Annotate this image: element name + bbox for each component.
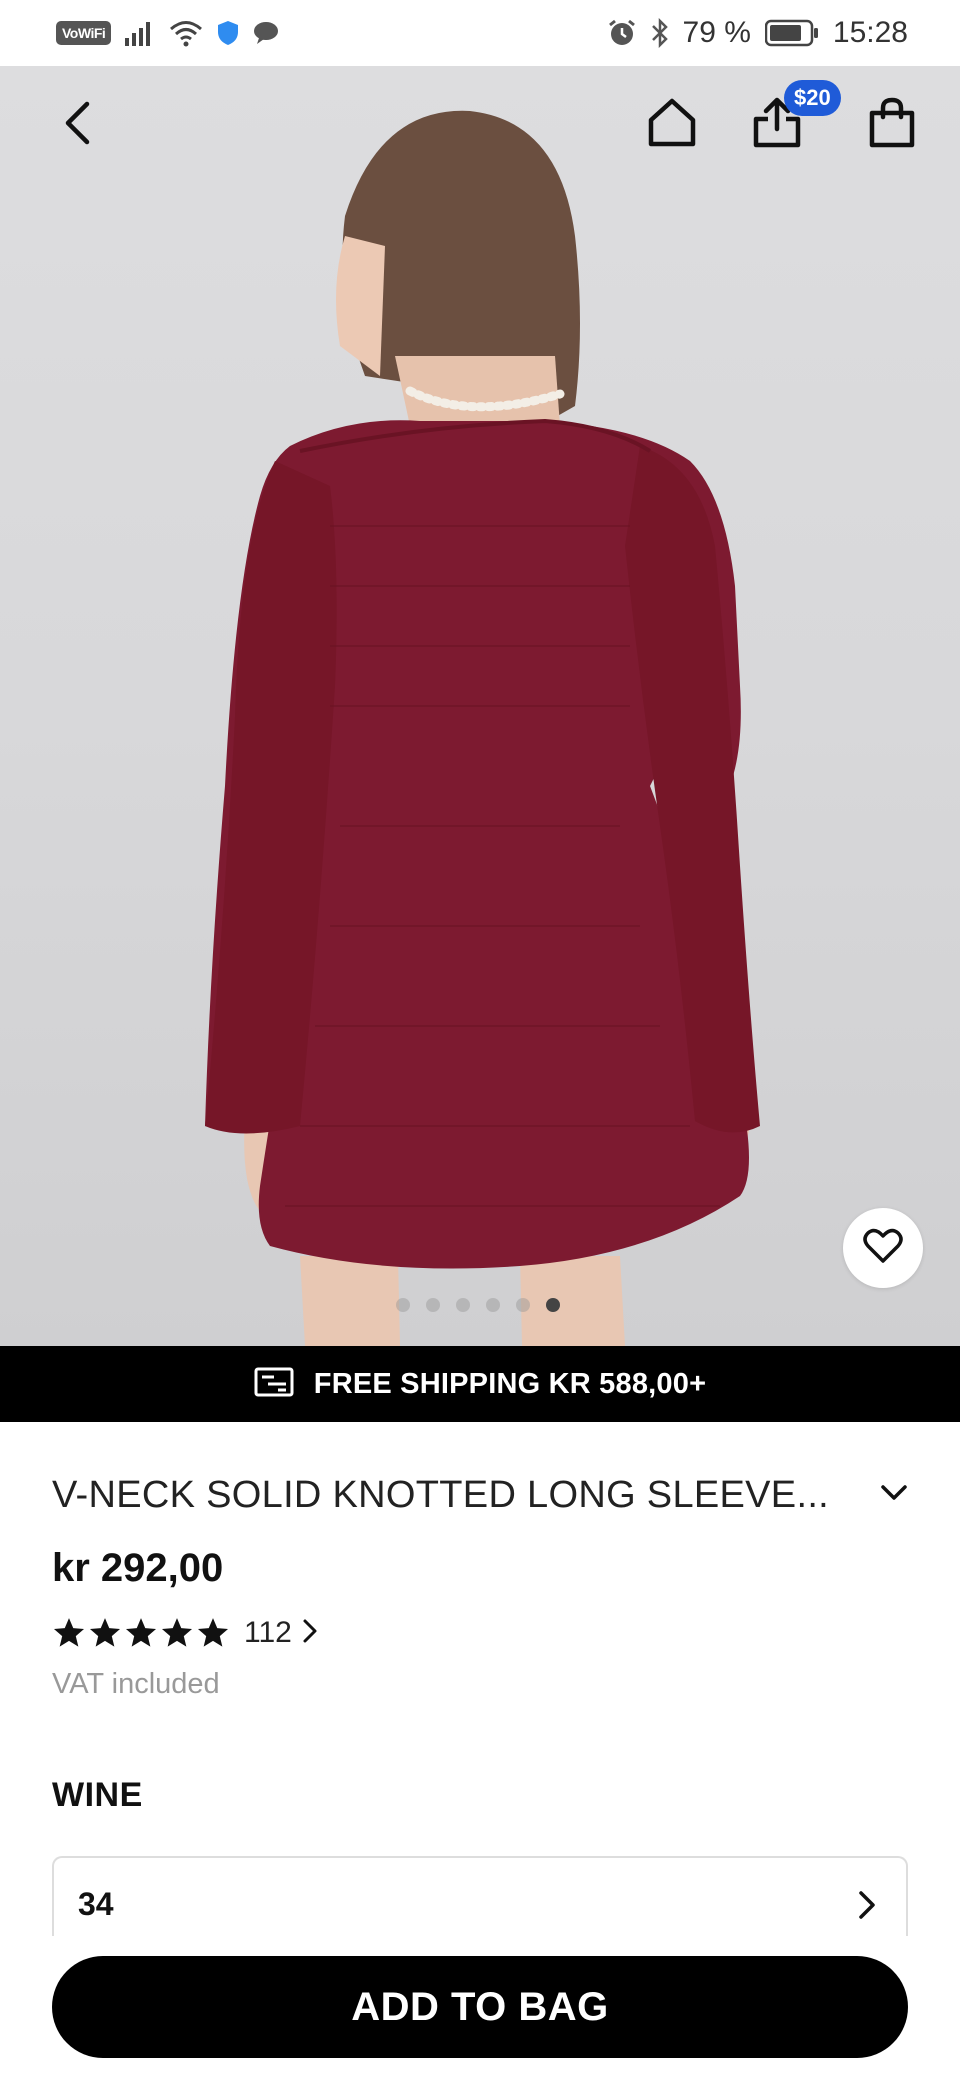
- image-pager: [396, 1298, 560, 1312]
- review-count: 112: [244, 1616, 292, 1649]
- shopping-bag-icon: [868, 97, 916, 154]
- chevron-left-icon: [62, 100, 92, 151]
- pager-dot[interactable]: [486, 1298, 500, 1312]
- free-shipping-banner[interactable]: FREE SHIPPING KR 588,00+: [0, 1346, 960, 1422]
- bottom-action-bar: ADD TO BAG: [0, 1936, 960, 2080]
- pager-dot[interactable]: [546, 1298, 560, 1312]
- home-icon: [647, 98, 697, 153]
- selected-color: WINE: [52, 1776, 143, 1814]
- pager-dot[interactable]: [426, 1298, 440, 1312]
- wishlist-button[interactable]: [843, 1208, 923, 1288]
- vat-note: VAT included: [52, 1668, 220, 1700]
- pager-dot[interactable]: [456, 1298, 470, 1312]
- top-navigation: $20: [0, 66, 960, 186]
- product-title: V-NECK SOLID KNOTTED LONG SLEEVE...: [52, 1474, 830, 1516]
- battery-icon: [764, 19, 819, 47]
- status-right: 79 % 15:28: [607, 16, 908, 50]
- chevron-right-icon: [302, 1618, 318, 1649]
- star-icon: [161, 1618, 193, 1647]
- shopping-bag-button[interactable]: [857, 90, 927, 160]
- product-title-row[interactable]: V-NECK SOLID KNOTTED LONG SLEEVE...: [52, 1474, 908, 1517]
- wifi-icon: [169, 19, 203, 47]
- chat-bubble-icon: [253, 21, 279, 45]
- shipping-icon: [254, 1367, 294, 1402]
- battery-percent: 79 %: [682, 16, 751, 49]
- heart-icon: [863, 1228, 903, 1269]
- status-bar: VoWiFi 79 % 15:28: [0, 0, 960, 66]
- star-icon: [89, 1618, 121, 1647]
- product-photo: [205, 110, 760, 1346]
- selected-size: 34: [78, 1886, 114, 1922]
- add-to-bag-button[interactable]: ADD TO BAG: [52, 1956, 908, 2058]
- star-icon: [53, 1618, 85, 1647]
- chevron-right-icon: [858, 1890, 876, 1925]
- star-icon: [197, 1618, 229, 1647]
- vowifi-indicator: VoWiFi: [56, 21, 112, 45]
- alarm-icon: [607, 18, 637, 48]
- star-icon: [125, 1618, 157, 1647]
- back-button[interactable]: [42, 90, 112, 160]
- product-price: kr 292,00: [52, 1546, 224, 1590]
- rating-stars: [52, 1616, 230, 1650]
- home-button[interactable]: [637, 90, 707, 160]
- signal-icon: [125, 20, 155, 46]
- shipping-text: FREE SHIPPING KR 588,00+: [313, 1367, 707, 1400]
- share-reward-badge[interactable]: $20: [784, 80, 841, 116]
- pager-dot[interactable]: [516, 1298, 530, 1312]
- rating-summary[interactable]: 112: [52, 1616, 318, 1650]
- pager-dot[interactable]: [396, 1298, 410, 1312]
- clock-time: 15:28: [832, 16, 908, 49]
- chevron-down-icon[interactable]: [880, 1484, 908, 1507]
- product-image-gallery[interactable]: [0, 66, 960, 1346]
- bluetooth-icon: [651, 18, 669, 48]
- status-left: VoWiFi: [56, 19, 279, 47]
- shield-icon: [217, 20, 239, 46]
